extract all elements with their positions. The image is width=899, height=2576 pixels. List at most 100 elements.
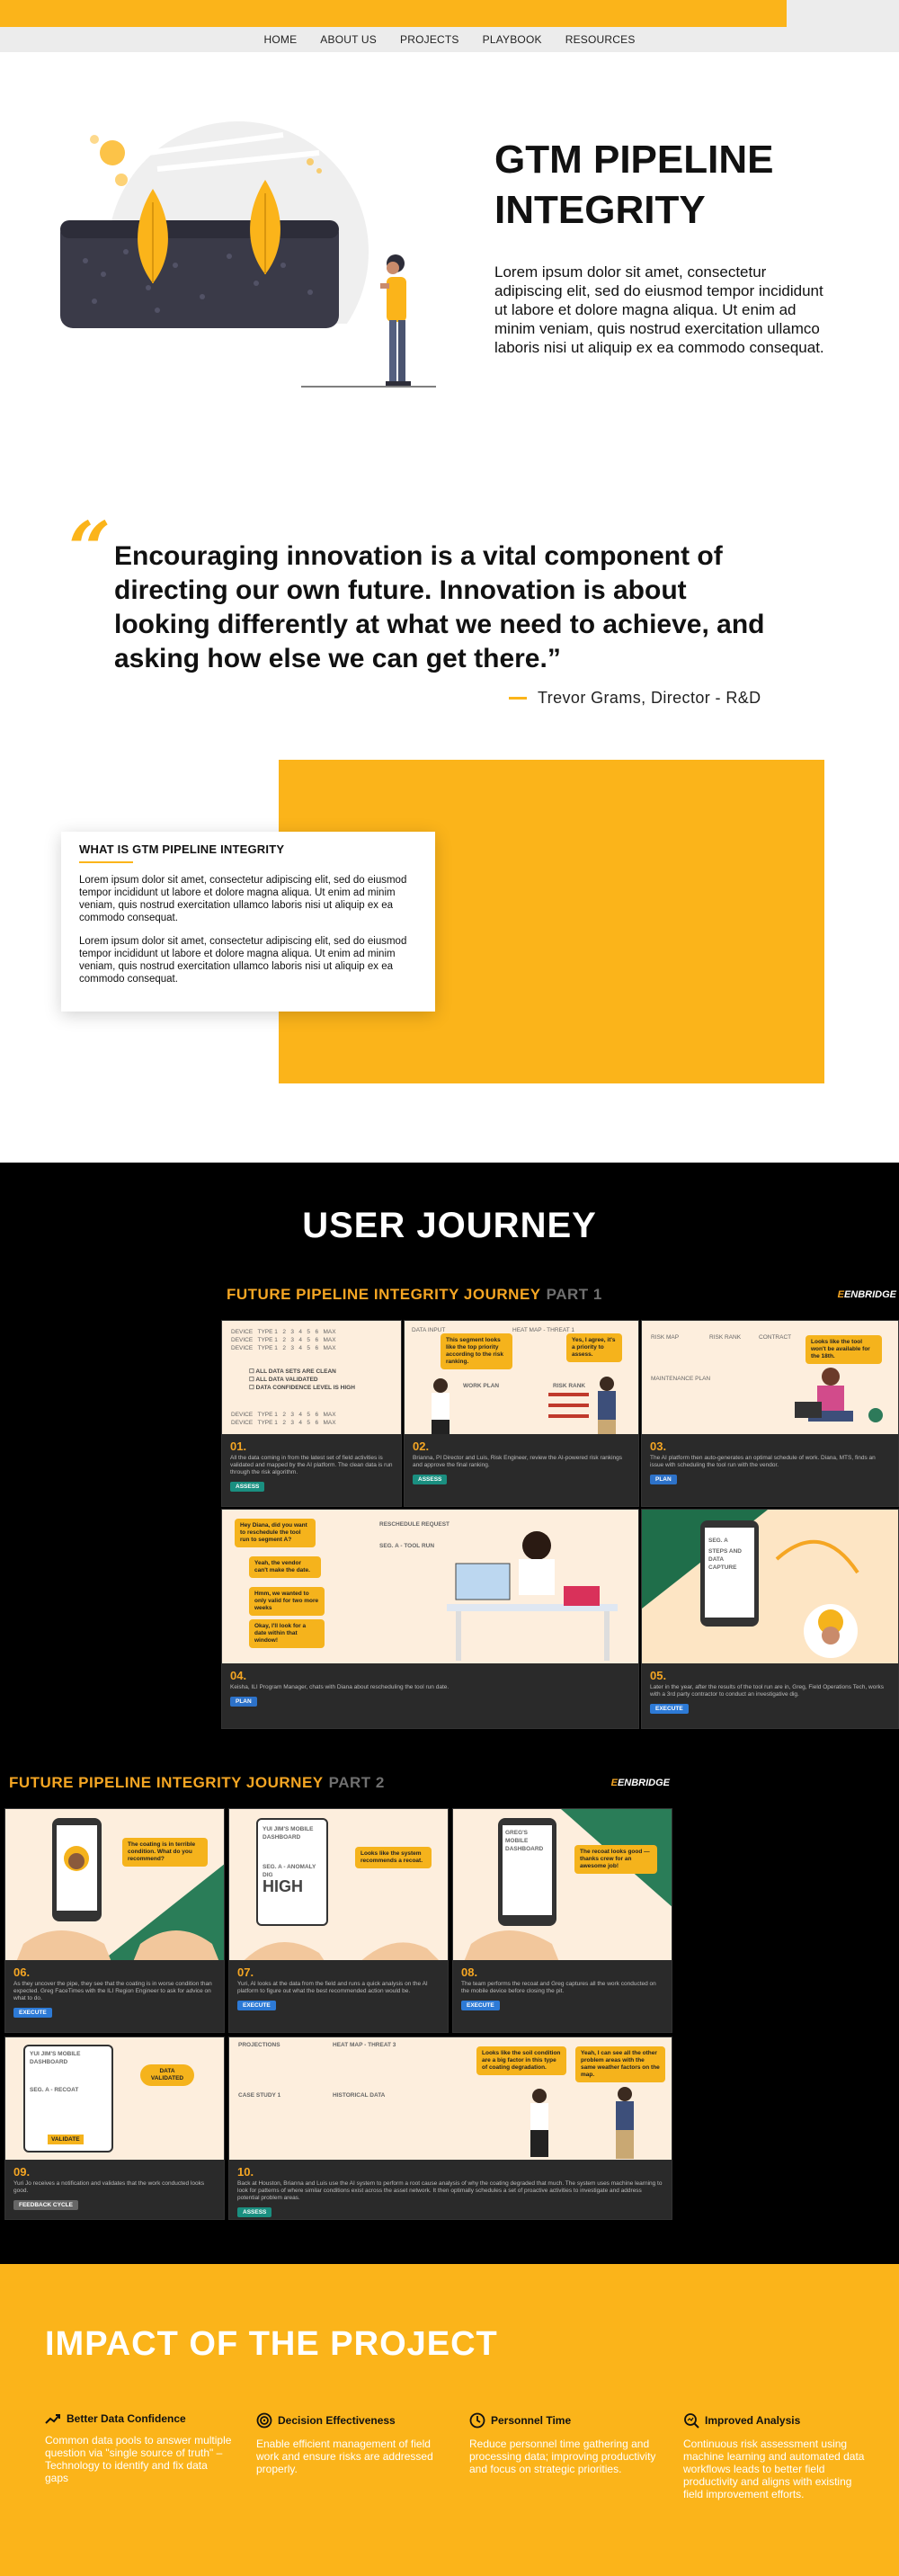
top-accent-bar-gray bbox=[787, 0, 899, 27]
hero-description: Lorem ipsum dolor sit amet, consectetur … bbox=[494, 263, 824, 356]
panel-tag: EXECUTE bbox=[461, 2001, 500, 2010]
panel-number: 02. bbox=[413, 1440, 430, 1453]
speech-bubble: Hmm, we wanted to only valid for two mor… bbox=[249, 1587, 325, 1616]
impact-text: Enable efficient management of field wor… bbox=[256, 2438, 433, 2475]
enbridge-logo: EENBRIDGE bbox=[610, 1778, 670, 1788]
panel-label: PROJECTIONS bbox=[238, 2042, 280, 2048]
board-1-part: PART 1 bbox=[546, 1286, 602, 1303]
impact-heading: Better Data Confidence bbox=[45, 2412, 234, 2425]
panel-footer: 09. Yuri Jo receives a notification and … bbox=[5, 2160, 224, 2219]
speech-bubble: Looks like the soil condition are a big … bbox=[476, 2046, 566, 2075]
hands-illustration bbox=[238, 1942, 445, 1966]
video-call-illustration bbox=[14, 1818, 224, 1966]
panel-label: HISTORICAL DATA bbox=[333, 2092, 386, 2099]
validate-button: VALIDATE bbox=[48, 2135, 84, 2144]
top-accent-bar bbox=[0, 0, 787, 27]
people-illustration bbox=[432, 1377, 616, 1438]
panel-footer: 02. Brianna, PI Director and Luis, Risk … bbox=[405, 1434, 638, 1506]
panel-label: DATA INPUT bbox=[412, 1327, 446, 1333]
panel-number: 03. bbox=[650, 1440, 667, 1453]
nav-resources[interactable]: RESOURCES bbox=[565, 33, 636, 46]
journey-panel-03: RISK MAP RISK RANK CONTRACT MAINTENANCE … bbox=[641, 1320, 899, 1507]
validation-list: ☐ ALL DATA SETS ARE CLEAN ☐ ALL DATA VAL… bbox=[249, 1368, 355, 1391]
panel-number: 09. bbox=[13, 2165, 31, 2179]
panel-label: GREG'S MOBILE DASHBOARD bbox=[505, 1830, 544, 1852]
clock-icon bbox=[469, 2412, 485, 2429]
quote-author: Trevor Grams, Director - R&D bbox=[509, 689, 761, 708]
panel-caption: Back at Houston, Brianna and Luis use th… bbox=[237, 2180, 663, 2201]
panel-caption: Yuri, AI looks at the data from the fiel… bbox=[237, 1981, 428, 1994]
data-table: DEVICE TYPE 1 2 3 4 5 6 MAX DEVICE TYPE … bbox=[231, 1412, 336, 1426]
panel-label: MAINTENANCE PLAN bbox=[651, 1376, 711, 1382]
board-2-title-text: FUTURE PIPELINE INTEGRITY JOURNEY bbox=[9, 1774, 324, 1791]
panel-number: 06. bbox=[13, 1965, 31, 1979]
speech-bubble: The recoat looks good — thanks crew for … bbox=[574, 1845, 657, 1874]
panel-number: 04. bbox=[230, 1669, 247, 1682]
panel-caption: As they uncover the pipe, they see that … bbox=[13, 1981, 212, 2001]
panel-label: STEPS AND DATA CAPTURE bbox=[708, 1548, 742, 1571]
quote-author-name: Trevor Grams, Director - R&D bbox=[538, 689, 761, 707]
panel-tag: PLAN bbox=[230, 1697, 257, 1707]
board-2-part: PART 2 bbox=[328, 1774, 385, 1791]
journey-panel-07: YUI JIM'S MOBILE DASHBOARD SEG. A - ANOM… bbox=[228, 1808, 449, 2033]
about-paragraph: Lorem ipsum dolor sit amet, consectetur … bbox=[79, 875, 407, 923]
panel-tag: ASSESS bbox=[237, 2207, 272, 2217]
panel-label: RISK RANK bbox=[709, 1334, 742, 1341]
impact-title: IMPACT OF THE PROJECT bbox=[45, 2325, 498, 2363]
board-2-title: FUTURE PIPELINE INTEGRITY JOURNEY PART 2 bbox=[9, 1774, 385, 1792]
nav-home[interactable]: HOME bbox=[263, 33, 297, 46]
main-nav: HOME ABOUT US PROJECTS PLAYBOOK RESOURCE… bbox=[0, 27, 899, 52]
panel-caption: The team performs the recoat and Greg ca… bbox=[461, 1981, 656, 1994]
journey-panel-01: DEVICE TYPE 1 2 3 4 5 6 MAX DEVICE TYPE … bbox=[221, 1320, 402, 1507]
impact-item-decision-effectiveness: Decision Effectiveness Enable efficient … bbox=[256, 2412, 445, 2475]
journey-panel-06: The coating is in terrible condition. Wh… bbox=[4, 1808, 225, 2033]
panel-tag: PLAN bbox=[650, 1475, 677, 1484]
panel-number: 01. bbox=[230, 1440, 247, 1453]
journey-panel-05: SEG. A STEPS AND DATA CAPTURE 05. Later … bbox=[641, 1509, 899, 1729]
panel-caption: All the data coming in from the latest s… bbox=[230, 1455, 393, 1475]
panel-footer: 05. Later in the year, after the results… bbox=[642, 1663, 898, 1728]
data-table: DEVICE TYPE 1 2 3 4 5 6 MAX DEVICE TYPE … bbox=[231, 1329, 336, 1351]
panel-label: YUI JIM'S MOBILE DASHBOARD bbox=[263, 1826, 314, 1841]
target-icon bbox=[256, 2412, 272, 2429]
panel-footer: 08. The team performs the recoat and Gre… bbox=[453, 1960, 672, 2032]
speech-bubble: This segment looks like the top priority… bbox=[441, 1333, 512, 1369]
panel-label: YUI JIM'S MOBILE DASHBOARD bbox=[30, 2051, 81, 2065]
speech-bubble: Yes, I agree, it's a priority to assess. bbox=[566, 1333, 622, 1362]
panel-label: SEG. A bbox=[708, 1538, 728, 1544]
phone-screen: YUI JIM'S MOBILE DASHBOARD SEG. A - RECO… bbox=[23, 2045, 113, 2153]
nav-about-us[interactable]: ABOUT US bbox=[320, 33, 377, 46]
impact-text: Reduce personnel time gathering and proc… bbox=[469, 2438, 656, 2475]
trend-up-icon bbox=[45, 2414, 60, 2424]
speech-bubble: Hey Diana, did you want to reschedule th… bbox=[235, 1519, 316, 1547]
panel-tag: FEEDBACK CYCLE bbox=[13, 2200, 78, 2210]
panel-caption: The AI platform then auto-generates an o… bbox=[650, 1455, 876, 1468]
panel-caption: Keisha, ILI Program Manager, chats with … bbox=[230, 1684, 450, 1690]
panel-label: CONTRACT bbox=[759, 1334, 792, 1341]
field-phone-illustration bbox=[642, 1510, 859, 1658]
quote-dash bbox=[509, 697, 527, 700]
impact-heading: Decision Effectiveness bbox=[256, 2412, 445, 2429]
about-heading: WHAT IS GTM PIPELINE INTEGRITY bbox=[79, 842, 285, 856]
board-1-title: FUTURE PIPELINE INTEGRITY JOURNEY PART 1 bbox=[227, 1286, 602, 1304]
nav-playbook[interactable]: PLAYBOOK bbox=[483, 33, 542, 46]
panel-number: 08. bbox=[461, 1965, 478, 1979]
board-1-header: FUTURE PIPELINE INTEGRITY JOURNEY PART 1 … bbox=[227, 1286, 896, 1304]
impact-heading: Improved Analysis bbox=[683, 2412, 872, 2429]
speech-bubble: The coating is in terrible condition. Wh… bbox=[122, 1838, 208, 1867]
nav-projects[interactable]: PROJECTS bbox=[400, 33, 459, 46]
impact-heading: Personnel Time bbox=[469, 2412, 658, 2429]
speech-bubble: Looks like the system recommends a recoa… bbox=[355, 1847, 432, 1868]
panel-footer: 01. All the data coming in from the late… bbox=[222, 1434, 401, 1506]
panel-number: 10. bbox=[237, 2165, 254, 2179]
panel-caption: Yuri Jo receives a notification and vali… bbox=[13, 2180, 205, 2194]
panel-footer: 07. Yuri, AI looks at the data from the … bbox=[229, 1960, 448, 2032]
journey-panel-02: DATA INPUT HEAT MAP - THREAT 1 This segm… bbox=[404, 1320, 639, 1507]
brand-name: ENBRIDGE bbox=[617, 1778, 670, 1788]
about-card: WHAT IS GTM PIPELINE INTEGRITY Lorem ips… bbox=[61, 832, 435, 1012]
about-paragraph: Lorem ipsum dolor sit amet, consectetur … bbox=[79, 936, 407, 985]
impact-heading-text: Decision Effectiveness bbox=[278, 2414, 396, 2427]
quote-text: Encouraging innovation is a vital compon… bbox=[114, 541, 765, 673]
panel-footer: 10. Back at Houston, Brianna and Luis us… bbox=[229, 2160, 672, 2219]
panel-tag: EXECUTE bbox=[237, 2001, 276, 2010]
